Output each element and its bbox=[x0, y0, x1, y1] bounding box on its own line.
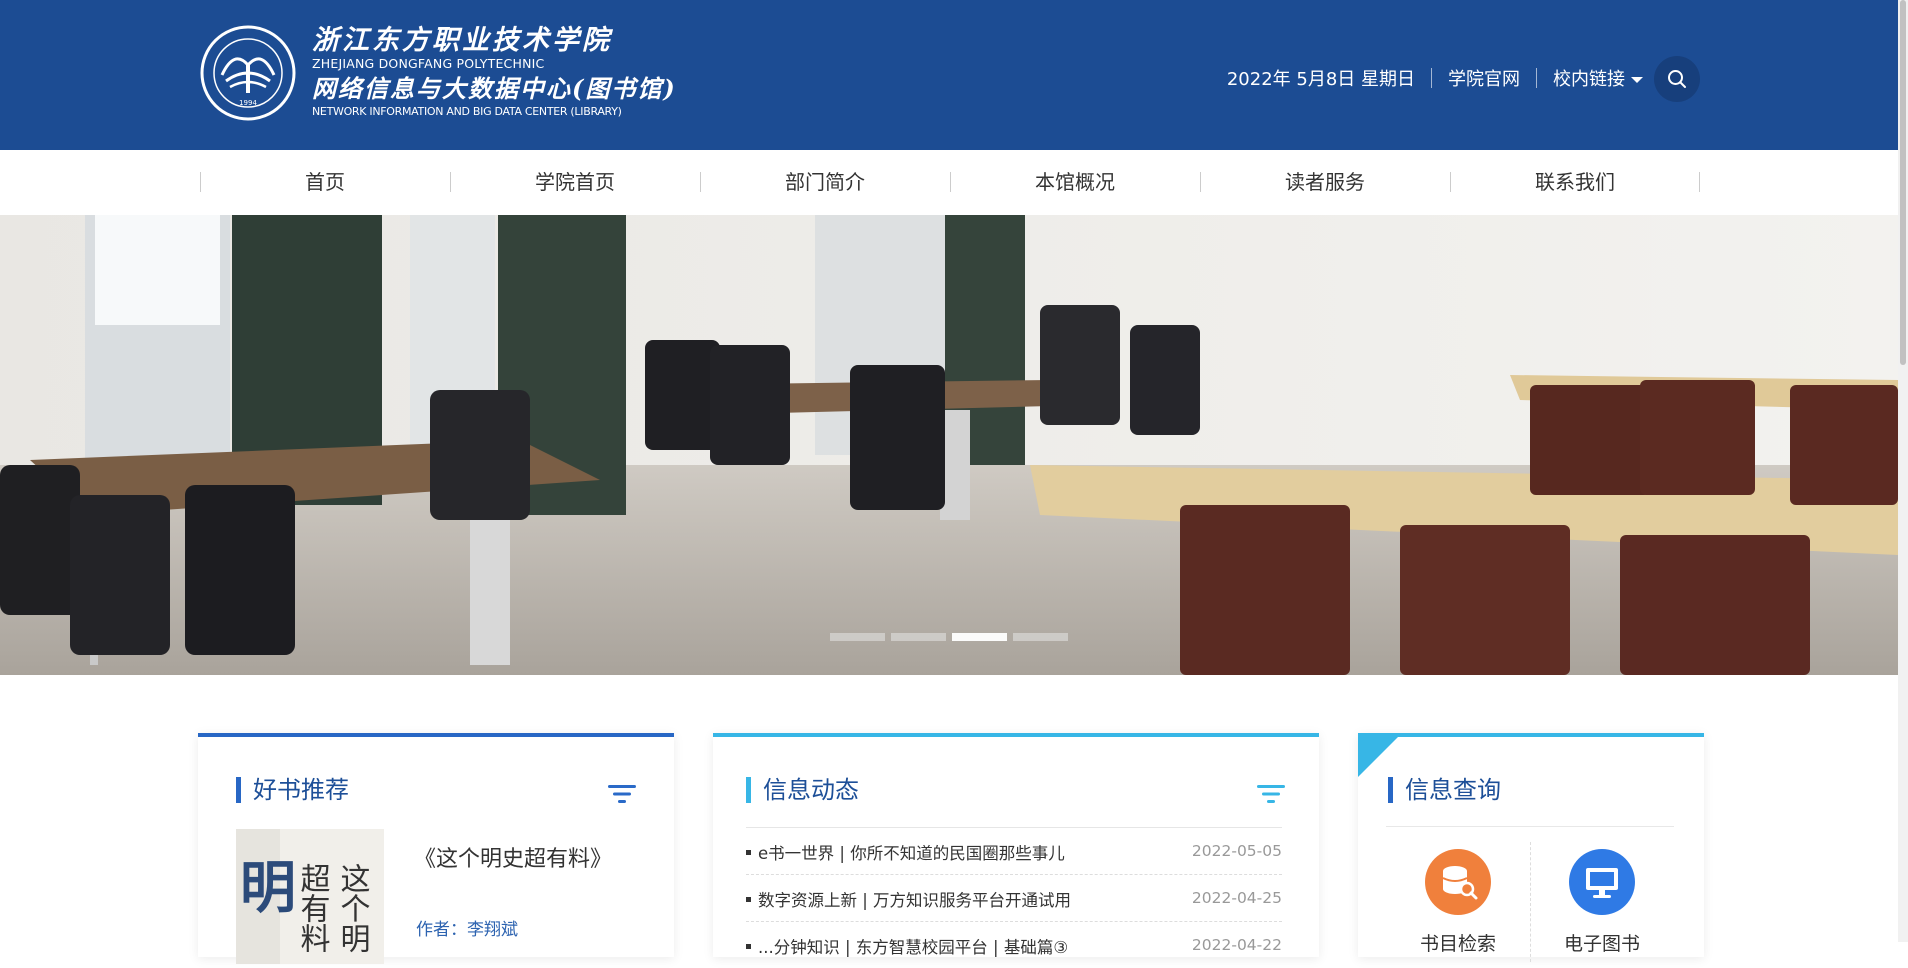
monitor-icon bbox=[1569, 849, 1635, 915]
carousel-dot[interactable] bbox=[830, 633, 885, 641]
svg-text:明: 明 bbox=[240, 855, 296, 921]
nav-item-department-intro[interactable]: 部门简介 bbox=[700, 150, 950, 215]
bullet bbox=[746, 850, 751, 855]
nav-item-college-home[interactable]: 学院首页 bbox=[450, 150, 700, 215]
news-list: e书一世界 | 你所不知道的民国圈那些事儿 2022-05-05 数字资源上新 … bbox=[746, 827, 1282, 968]
news-item[interactable]: e书一世界 | 你所不知道的民国圈那些事儿 2022-05-05 bbox=[746, 827, 1282, 874]
news-title[interactable]: ...分钟知识 | 东方智慧校园平台 | 基础篇③ bbox=[758, 934, 1068, 958]
news-date: 2022-05-05 bbox=[1191, 842, 1282, 860]
college-seal-logo[interactable]: 1994 bbox=[200, 25, 296, 121]
carousel-dot[interactable] bbox=[1013, 633, 1068, 641]
search-button[interactable] bbox=[1654, 56, 1700, 102]
panel-title: 信息动态 bbox=[746, 777, 859, 803]
current-date: 2022年 5月8日 星期日 bbox=[1226, 69, 1415, 90]
department-name-en: NETWORK INFORMATION AND BIG DATA CENTER … bbox=[312, 105, 622, 118]
carousel-dot[interactable] bbox=[891, 633, 946, 641]
campus-links-dropdown[interactable]: 校内链接 bbox=[1553, 65, 1643, 91]
ebooks-label: 电子图书 bbox=[1563, 933, 1640, 955]
department-name-cn: 网络信息与大数据中心(图书馆) bbox=[312, 74, 677, 103]
catalog-search-link[interactable]: 书目检索 bbox=[1398, 849, 1518, 956]
page-scrollbar[interactable] bbox=[1898, 0, 1908, 942]
divider bbox=[1530, 842, 1532, 962]
filter-icon[interactable] bbox=[1257, 783, 1285, 805]
search-icon bbox=[1668, 70, 1686, 88]
scrollbar-thumb[interactable] bbox=[1900, 0, 1906, 365]
nav-item-home[interactable]: 首页 bbox=[200, 150, 450, 215]
college-name-en: ZHEJIANG DONGFANG POLYTECHNIC bbox=[312, 56, 545, 71]
bullet bbox=[746, 944, 751, 949]
divider bbox=[1536, 68, 1537, 88]
filter-icon[interactable] bbox=[608, 783, 636, 805]
news-item[interactable]: 数字资源上新 | 万方知识服务平台开通试用 2022-04-25 bbox=[746, 874, 1282, 921]
nav-item-contact-us[interactable]: 联系我们 bbox=[1450, 150, 1700, 215]
database-search-icon bbox=[1425, 849, 1491, 915]
logo-text-block: 浙江东方职业技术学院 ZHEJIANG DONGFANG POLYTECHNIC… bbox=[312, 26, 677, 119]
svg-text:超有料: 超有料 bbox=[295, 863, 331, 953]
nav-item-reader-services[interactable]: 读者服务 bbox=[1200, 150, 1450, 215]
campus-links-label: 校内链接 bbox=[1553, 69, 1625, 90]
news-date: 2022-04-25 bbox=[1191, 889, 1282, 907]
panel-title: 信息查询 bbox=[1388, 777, 1501, 803]
news-date: 2022-04-22 bbox=[1191, 936, 1282, 954]
book-cover-image[interactable]: 明 超有料 这个明 bbox=[236, 829, 384, 964]
svg-text:1994: 1994 bbox=[239, 99, 257, 107]
panel-title: 好书推荐 bbox=[236, 777, 349, 803]
site-header: 1994 浙江东方职业技术学院 ZHEJIANG DONGFANG POLYTE… bbox=[0, 0, 1898, 150]
book-author: 作者：李翔斌 bbox=[416, 920, 518, 940]
book-title[interactable]: 《这个明史超有料》 bbox=[414, 841, 612, 873]
caret-down-icon bbox=[1631, 77, 1643, 83]
college-official-link[interactable]: 学院官网 bbox=[1448, 65, 1520, 91]
svg-text:这个明: 这个明 bbox=[335, 863, 370, 953]
book-recommendation-panel: 好书推荐 明 超有料 这个明 《这个明史超有料》 作者：李翔斌 bbox=[198, 733, 674, 964]
carousel-indicators bbox=[830, 633, 1068, 641]
college-name-cn: 浙江东方职业技术学院 bbox=[312, 25, 612, 56]
news-title[interactable]: 数字资源上新 | 万方知识服务平台开通试用 bbox=[758, 887, 1071, 911]
info-query-panel: 信息查询 书目检索 电子图书 bbox=[1358, 733, 1704, 962]
top-links: 2022年 5月8日 星期日 学院官网 校内链接 bbox=[1227, 65, 1643, 91]
book-cover-art: 明 超有料 这个明 bbox=[236, 829, 384, 964]
carousel-dot-active[interactable] bbox=[952, 633, 1007, 641]
ebooks-link[interactable]: 电子图书 bbox=[1542, 849, 1662, 956]
nav-item-library-overview[interactable]: 本馆概况 bbox=[950, 150, 1200, 215]
divider bbox=[1431, 68, 1432, 88]
divider bbox=[1386, 826, 1674, 827]
banner-carousel[interactable] bbox=[0, 215, 1898, 675]
reading-room-photo bbox=[0, 215, 1898, 675]
news-item[interactable]: ...分钟知识 | 东方智慧校园平台 | 基础篇③ 2022-04-22 bbox=[746, 921, 1282, 968]
nav-divider bbox=[1699, 172, 1700, 192]
news-title[interactable]: e书一世界 | 你所不知道的民国圈那些事儿 bbox=[758, 840, 1065, 864]
news-panel: 信息动态 e书一世界 | 你所不知道的民国圈那些事儿 2022-05-05 数字… bbox=[713, 733, 1319, 957]
bullet bbox=[746, 897, 751, 902]
main-nav: 首页 学院首页 部门简介 本馆概况 读者服务 联系我们 bbox=[200, 150, 1700, 215]
catalog-search-label: 书目检索 bbox=[1419, 933, 1496, 955]
corner-accent bbox=[1358, 737, 1398, 777]
